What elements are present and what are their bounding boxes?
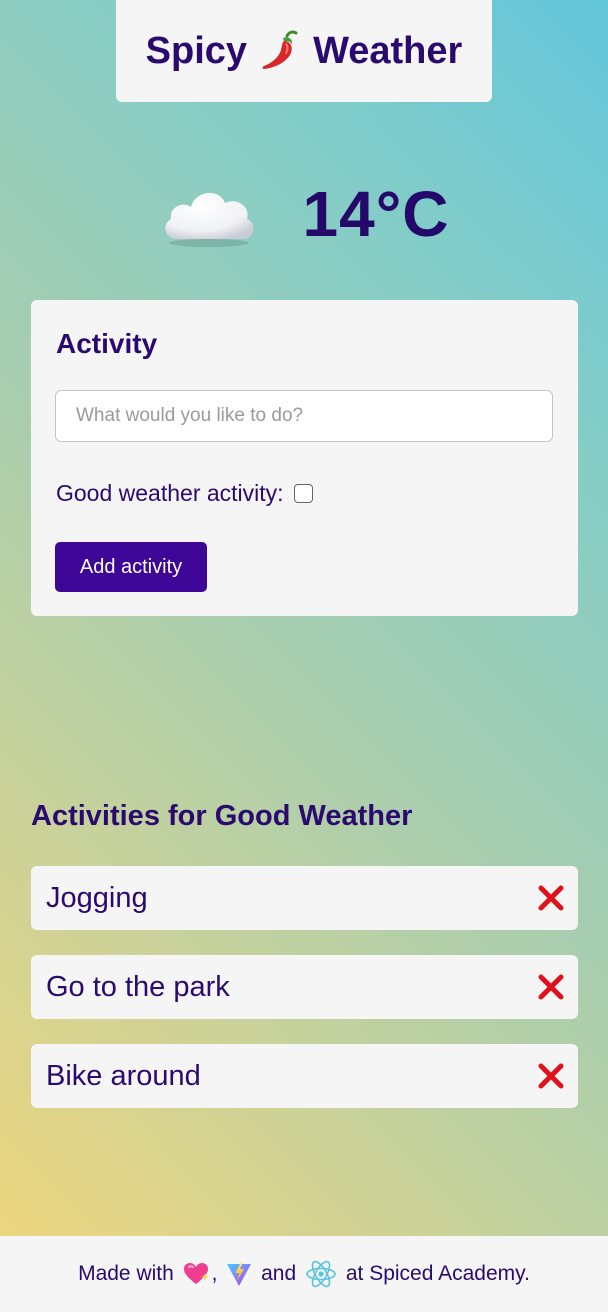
activity-label: Bike around — [46, 1059, 201, 1092]
react-logo-icon — [305, 1260, 337, 1288]
good-weather-checkbox[interactable] — [293, 484, 313, 503]
good-weather-label: Good weather activity: — [56, 480, 284, 506]
cross-icon[interactable] — [538, 974, 564, 1000]
footer: Made with , and at Spiced Academy. — [0, 1236, 608, 1312]
current-weather: 14°C — [0, 168, 608, 260]
title-weather: Weather — [313, 29, 463, 72]
cloud-icon — [159, 179, 259, 249]
cross-icon[interactable] — [538, 885, 564, 911]
footer-text-end: at Spiced Academy. — [340, 1262, 530, 1285]
list-item: Go to the park — [31, 955, 578, 1019]
vite-logo-icon — [226, 1261, 252, 1287]
list-item: Jogging — [31, 866, 578, 930]
good-weather-checkbox-row[interactable]: Good weather activity: — [56, 480, 313, 507]
footer-separator-1: , — [211, 1262, 224, 1285]
activities-heading: Activities for Good Weather — [31, 800, 413, 832]
temperature: 14°C — [302, 178, 450, 250]
footer-text-start: Made with — [78, 1262, 180, 1285]
add-activity-button[interactable]: Add activity — [55, 542, 207, 592]
activity-label: Go to the park — [46, 970, 230, 1003]
sparkling-heart-icon — [183, 1262, 209, 1286]
activity-list: Jogging Go to the park Bike around — [31, 866, 578, 1133]
footer-separator-2: and — [255, 1262, 303, 1285]
title-spicy: Spicy — [145, 29, 248, 72]
activity-name-input[interactable] — [55, 390, 553, 442]
form-heading: Activity — [56, 328, 158, 359]
app-title: Spicy Weather — [116, 0, 492, 102]
activity-form: Activity Good weather activity: Add acti… — [31, 300, 578, 616]
activity-label: Jogging — [46, 881, 148, 914]
cross-icon[interactable] — [538, 1063, 564, 1089]
chili-pepper-icon — [257, 28, 303, 74]
list-item: Bike around — [31, 1044, 578, 1108]
